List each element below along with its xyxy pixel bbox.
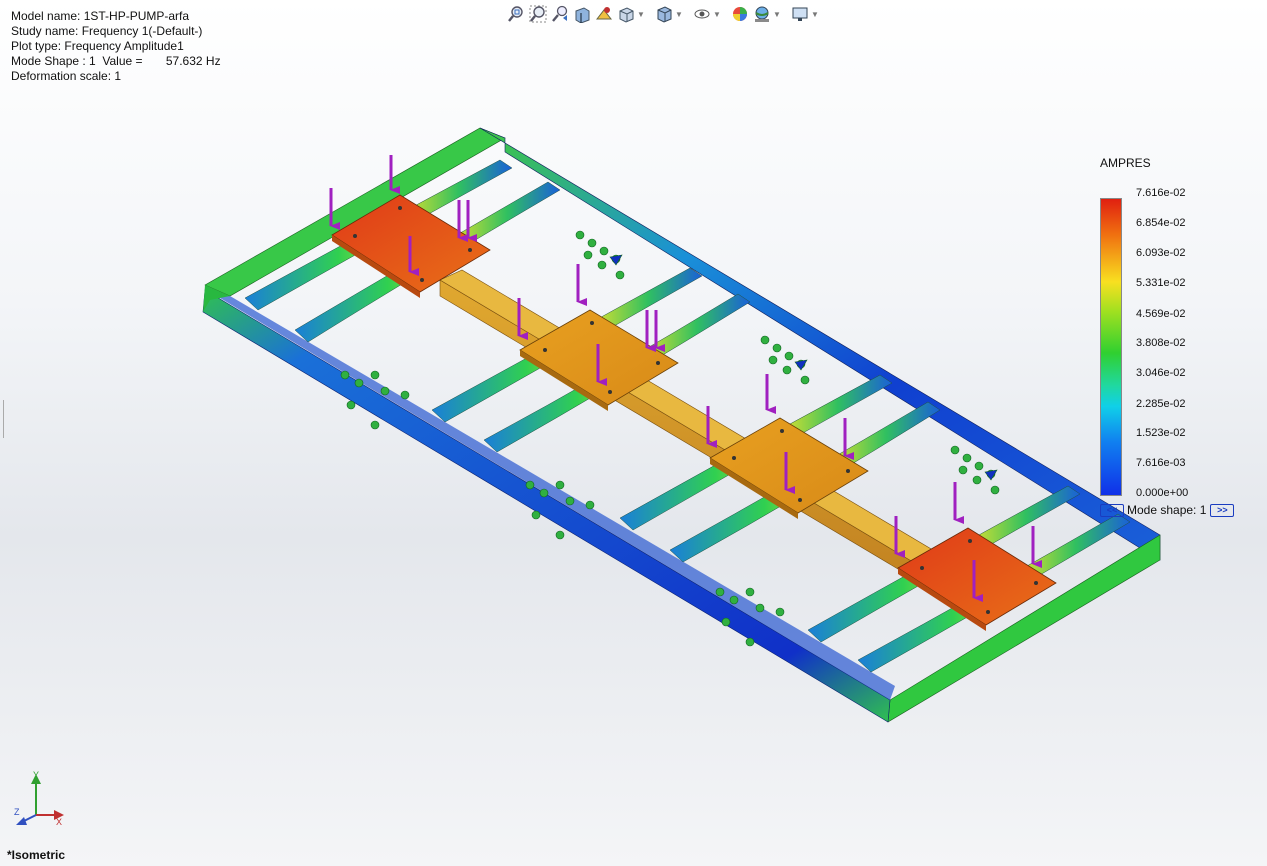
mode-shape-control: << Mode shape: 1 >> — [1100, 503, 1235, 517]
legend-label: 6.854e-02 — [1136, 217, 1186, 229]
legend-label: 3.046e-02 — [1136, 367, 1186, 379]
legend-label: 7.616e-03 — [1136, 457, 1186, 469]
legend-label: 4.569e-02 — [1136, 308, 1186, 320]
legend-label: 0.000e+00 — [1136, 487, 1189, 499]
view-orientation-name: *Isometric — [7, 848, 66, 862]
legend-label: 2.285e-02 — [1136, 398, 1186, 410]
legend-title: AMPRES — [1100, 156, 1151, 170]
legend-label: 1.523e-02 — [1136, 427, 1186, 439]
mode-shape-label: Mode shape: 1 — [1127, 503, 1207, 517]
legend-label: 3.808e-02 — [1136, 337, 1186, 349]
legend-label: 6.093e-02 — [1136, 247, 1186, 259]
triad-x-label: X — [56, 817, 62, 827]
previous-mode-button[interactable]: << — [1100, 503, 1124, 517]
legend-label: 7.616e-02 — [1136, 187, 1186, 199]
reference-triad: Y X Z — [14, 770, 64, 827]
triad-z-label: Z — [14, 807, 20, 817]
legend-color-bar — [1100, 198, 1122, 496]
legend-label: 5.331e-02 — [1136, 277, 1186, 289]
model-viewport[interactable] — [0, 0, 1267, 866]
triad-y-label: Y — [33, 770, 39, 780]
panel-collapse-handle[interactable] — [0, 400, 4, 438]
next-mode-button[interactable]: >> — [1210, 503, 1235, 517]
